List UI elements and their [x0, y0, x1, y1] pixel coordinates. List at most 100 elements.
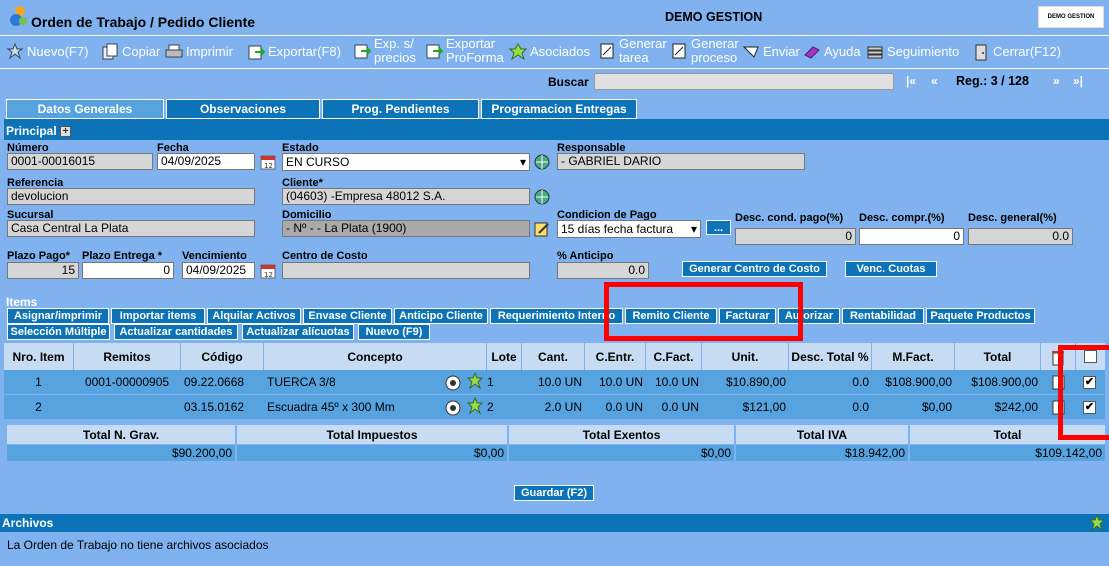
cell-codigo: 09.22.0668	[184, 375, 245, 389]
referencia-field[interactable]: devolucion	[7, 188, 255, 205]
next-record-button[interactable]: »	[1053, 74, 1060, 88]
first-record-button[interactable]: |«	[906, 74, 916, 88]
imprimir-button[interactable]: Imprimir	[165, 43, 233, 61]
asociados-button[interactable]: Asociados	[508, 43, 590, 61]
venc-cuotas-button[interactable]: Venc. Cuotas	[845, 261, 937, 277]
numero-field[interactable]: 0001-00016015	[7, 153, 153, 170]
nuevo-item-button[interactable]: Nuevo (F9)	[358, 324, 430, 340]
plazo-pago-field[interactable]: 15	[7, 262, 79, 279]
principal-header: Principal +	[4, 122, 1109, 140]
calendar-icon[interactable]: 12	[259, 262, 277, 280]
total-iva-value: $18.942,00	[736, 445, 908, 461]
exportar-proforma-button[interactable]: Exportar ProForma	[425, 37, 504, 65]
generar-proceso-button[interactable]: Generar proceso	[670, 37, 739, 65]
edit-note-icon[interactable]	[533, 220, 551, 238]
desc-cond-pago-label: Desc. cond. pago(%)	[735, 212, 844, 224]
expand-icon[interactable]: +	[60, 126, 72, 138]
sucursal-field[interactable]: Casa Central La Plata	[7, 220, 255, 237]
last-record-button[interactable]: »|	[1073, 74, 1083, 88]
col-nro-item: Nro. Item	[4, 343, 73, 370]
globe-icon[interactable]	[533, 153, 551, 171]
domicilio-field[interactable]: - Nº - - La Plata (1900)	[282, 220, 530, 237]
cliente-field[interactable]: (04603) -Empresa 48012 S.A.	[282, 188, 530, 205]
envase-cliente-button[interactable]: Envase Cliente	[303, 308, 392, 324]
actualizar-alicuotas-button[interactable]: Actualizar alícuotas	[242, 324, 354, 340]
condicion-pago-select[interactable]: 15 días fecha factura	[557, 220, 701, 238]
paquete-productos-button[interactable]: Paquete Productos	[926, 308, 1035, 324]
cell-mfact: $0,00	[921, 400, 952, 414]
nuevo-button[interactable]: Nuevo(F7)	[6, 42, 88, 61]
cell-cant: 2.0 UN	[544, 400, 582, 414]
cell-total: $108.900,00	[971, 375, 1038, 389]
total-value: $109.142,00	[910, 445, 1105, 461]
desc-general-label: Desc. general(%)	[968, 212, 1057, 224]
star-icon[interactable]	[466, 397, 484, 415]
actualizar-cantidades-button[interactable]: Actualizar cantidades	[114, 324, 238, 340]
total-n-grav-label: Total N. Grav.	[7, 425, 235, 444]
guardar-button[interactable]: Guardar (F2)	[514, 485, 594, 501]
star-icon[interactable]	[466, 372, 484, 390]
total-exentos-value: $0,00	[509, 445, 734, 461]
asignar-imprimir-button[interactable]: Asignar/imprimir	[7, 308, 109, 324]
cerrar-button[interactable]: Cerrar(F12)	[972, 43, 1061, 61]
importar-items-button[interactable]: Importar items	[111, 308, 205, 324]
plazo-entrega-field[interactable]: 0	[82, 262, 174, 279]
detail-icon[interactable]	[444, 399, 462, 417]
seguimiento-button[interactable]: Seguimiento	[866, 43, 959, 61]
anticipo-field[interactable]: 0.0	[557, 262, 649, 279]
desc-general-field[interactable]: 0.0	[968, 228, 1073, 245]
export-icon	[353, 42, 372, 60]
vencimiento-label: Vencimiento	[182, 250, 247, 262]
rentabilidad-button[interactable]: Rentabilidad	[842, 308, 924, 324]
process-icon	[670, 42, 688, 60]
globe-icon[interactable]	[533, 188, 551, 206]
col-mfact: M.Fact.	[872, 343, 954, 370]
seleccion-multiple-button[interactable]: Selección Múltiple	[7, 324, 110, 340]
tab-observaciones[interactable]: Observaciones	[166, 99, 320, 119]
new-doc-icon	[6, 42, 24, 61]
total-impuestos-value: $0,00	[237, 445, 507, 461]
tab-datos-generales[interactable]: Datos Generales	[6, 99, 164, 119]
alquilar-activos-button[interactable]: Alquilar Activos	[207, 308, 301, 324]
ayuda-button[interactable]: Ayuda	[803, 43, 861, 61]
enviar-button[interactable]: Enviar	[742, 43, 800, 61]
desc-compr-field[interactable]: 0	[859, 228, 964, 245]
task-icon	[598, 42, 616, 60]
cell-lote: 1	[487, 375, 494, 389]
estado-select[interactable]: EN CURSO	[282, 153, 530, 171]
prev-record-button[interactable]: «	[931, 74, 938, 88]
vencimiento-field[interactable]: 04/09/2025	[182, 262, 255, 279]
highlight-box	[1058, 345, 1109, 440]
tab-programacion-entregas[interactable]: Programacion Entregas	[481, 99, 637, 119]
search-input[interactable]	[594, 73, 894, 90]
highlight-box	[604, 282, 803, 341]
cell-nro: 2	[35, 400, 42, 414]
printer-icon	[165, 43, 183, 61]
anticipo-cliente-button[interactable]: Anticipo Cliente	[394, 308, 488, 324]
add-file-icon[interactable]	[1088, 514, 1106, 532]
condicion-lookup-button[interactable]: ...	[706, 220, 731, 235]
cell-mfact: $108.900,00	[885, 375, 952, 389]
cell-cant: 10.0 UN	[537, 375, 582, 389]
total-exentos-label: Total Exentos	[509, 425, 734, 444]
tab-prog-pendientes[interactable]: Prog. Pendientes	[322, 99, 479, 119]
copiar-button[interactable]: Copiar	[101, 43, 160, 61]
cell-centr: 0.0 UN	[605, 400, 643, 414]
fecha-field[interactable]: 04/09/2025	[157, 153, 255, 170]
company-logo: DEMO GESTION	[1038, 6, 1104, 28]
exportar-sin-precios-button[interactable]: Exp. s/precios	[353, 37, 416, 65]
generar-centro-costo-button[interactable]: Generar Centro de Costo	[682, 261, 827, 277]
app-logo-icon	[10, 6, 27, 26]
total-n-grav-value: $90.200,00	[7, 445, 235, 461]
generar-tarea-button[interactable]: Generar tarea	[598, 37, 667, 65]
calendar-icon[interactable]: 12	[259, 153, 277, 171]
cell-nro: 1	[35, 375, 42, 389]
responsable-field[interactable]: - GABRIEL DARIO	[557, 153, 805, 170]
cell-total: $242,00	[994, 400, 1038, 414]
exportar-button[interactable]: Exportar(F8)	[247, 43, 341, 61]
archivos-header: Archivos	[0, 514, 1109, 532]
desc-cond-pago-field[interactable]: 0	[735, 228, 856, 245]
detail-icon[interactable]	[444, 374, 462, 392]
centro-costo-field[interactable]	[282, 262, 530, 279]
centro-costo-label: Centro de Costo	[282, 250, 368, 262]
